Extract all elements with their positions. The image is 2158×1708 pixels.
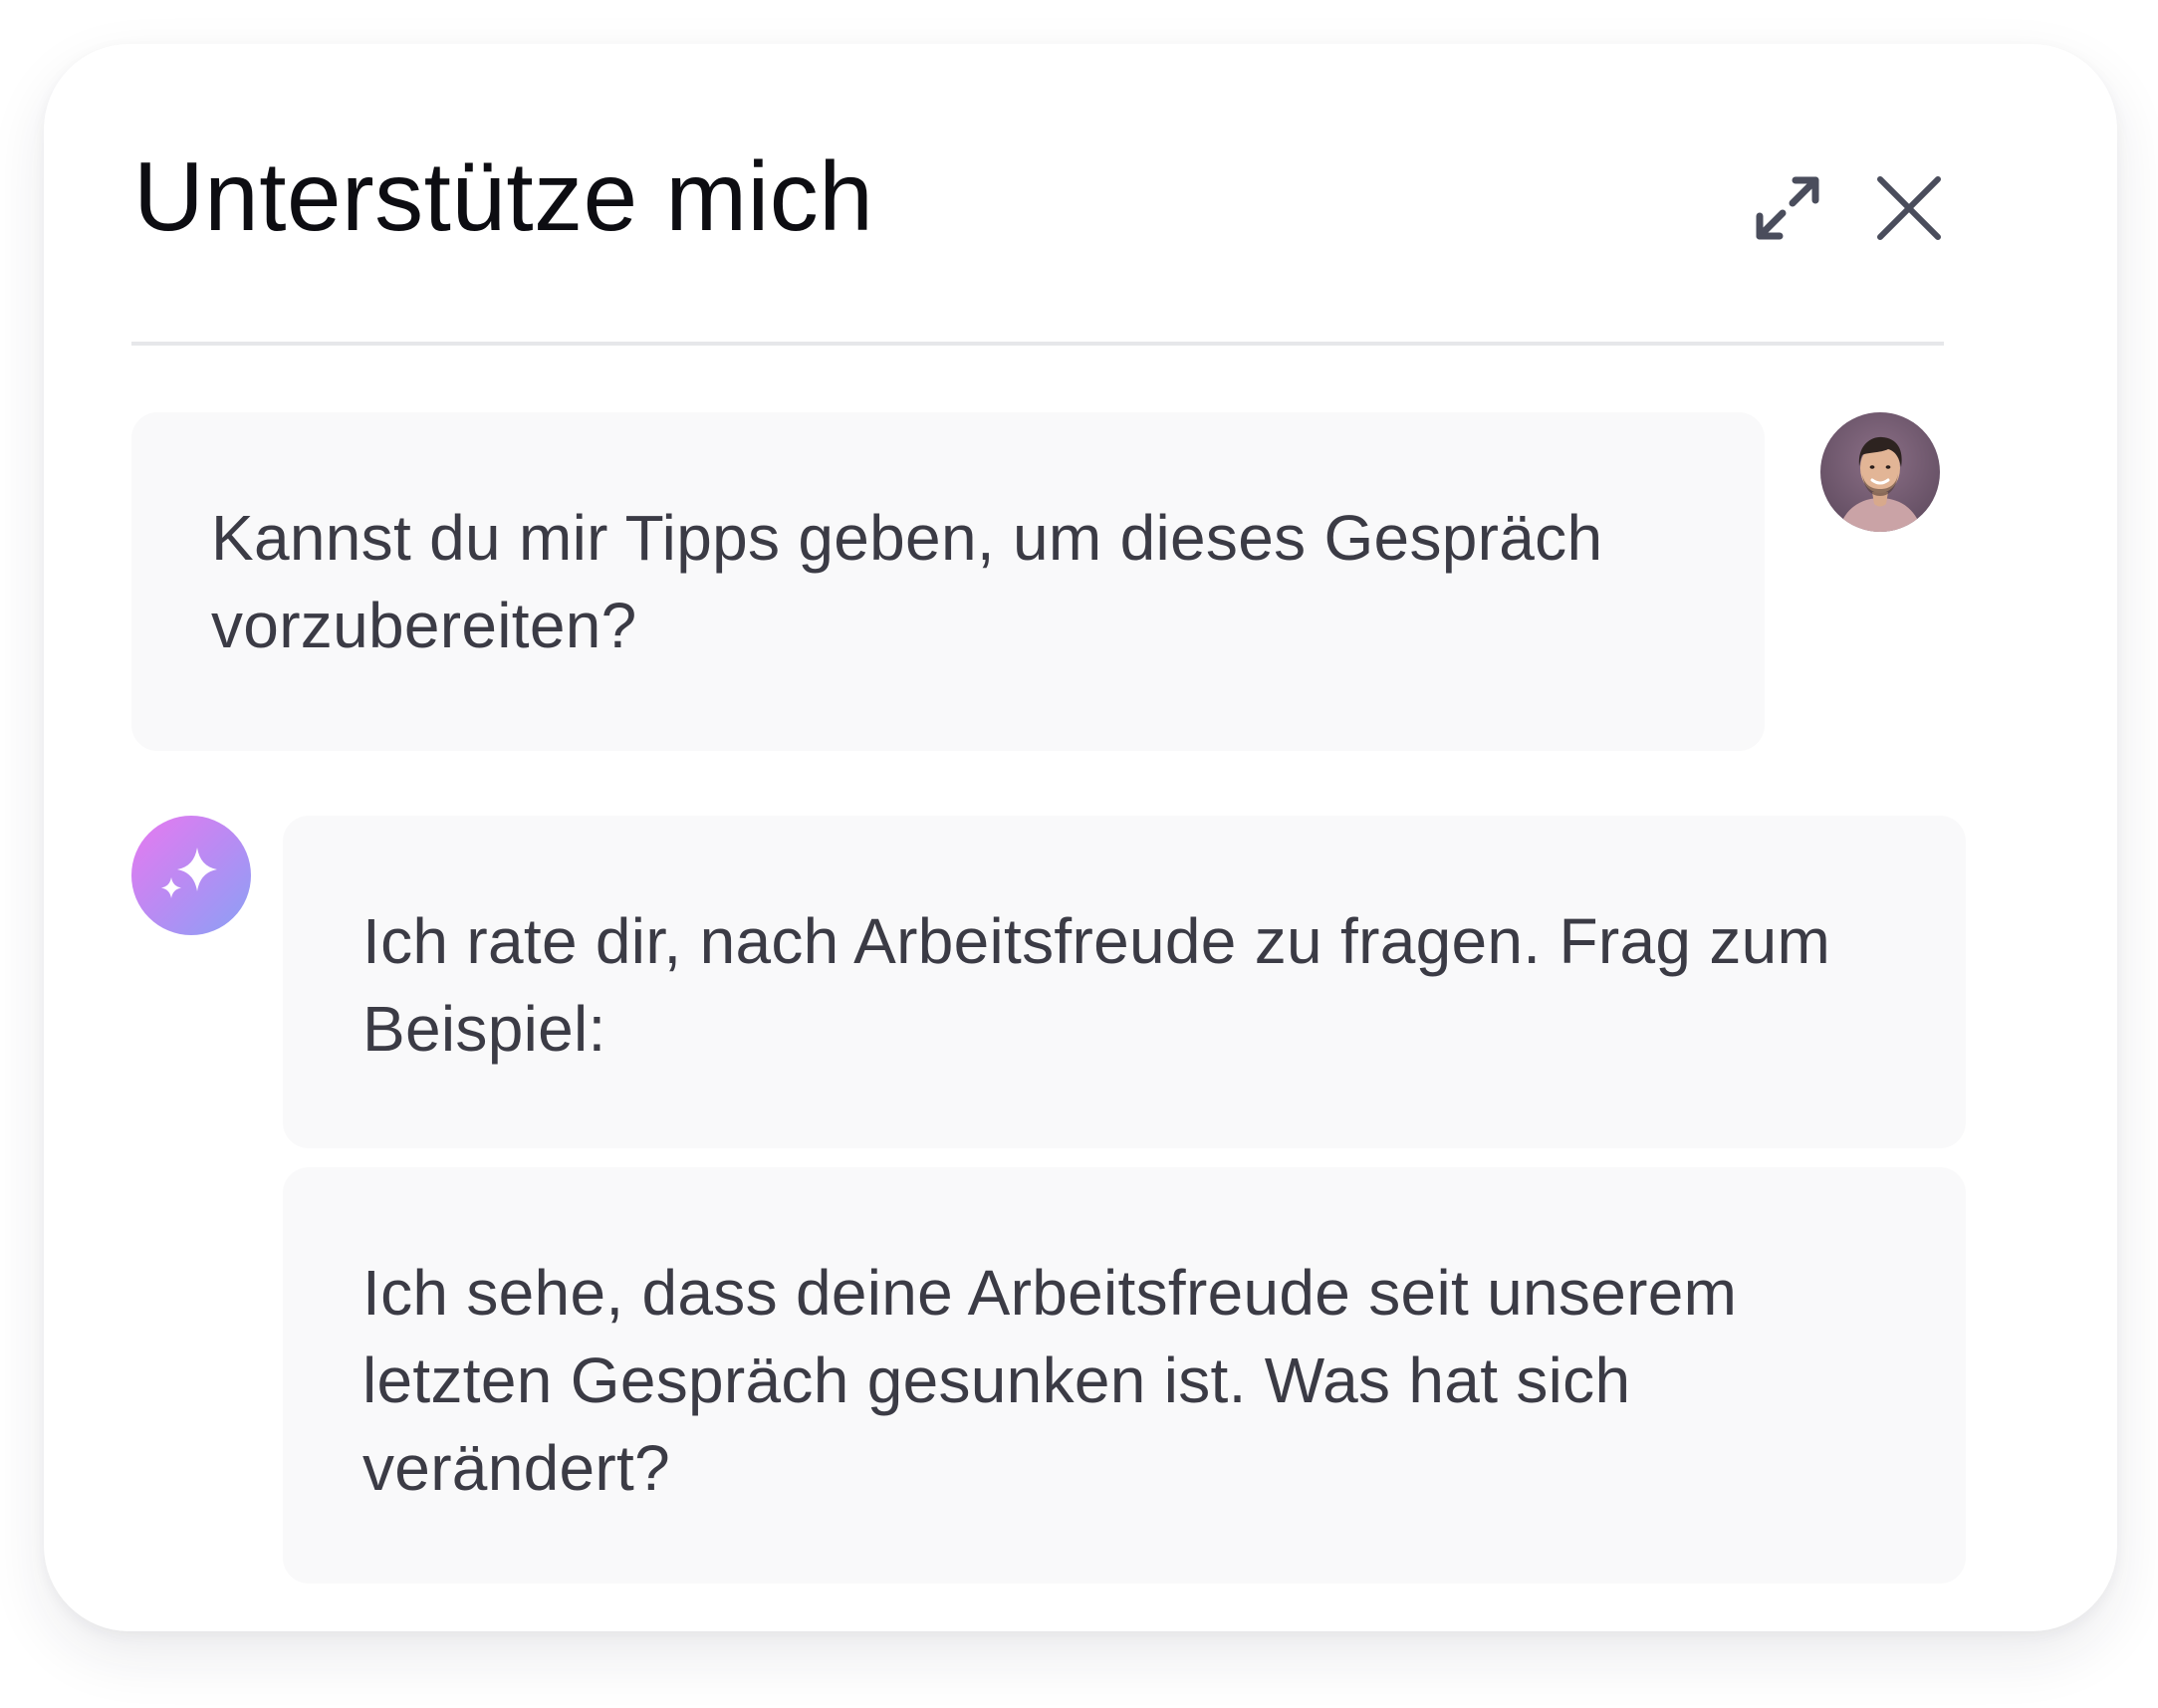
assistant-message-bubble: Ich rate dir, nach Arbeitsfreude zu frag…: [283, 816, 1966, 1148]
assistant-suggestion-text: Ich sehe, dass deine Arbeitsfreude seit …: [362, 1257, 1738, 1504]
sparkle-icon: [161, 848, 217, 898]
assistant-message-text: Ich rate dir, nach Arbeitsfreude zu frag…: [362, 905, 1831, 1065]
user-message-text: Kannst du mir Tipps geben, um dieses Ges…: [211, 502, 1603, 661]
panel-title: Unterstütze mich: [133, 141, 874, 251]
close-button[interactable]: [1866, 165, 1952, 251]
header-divider: [131, 342, 1944, 346]
user-photo-avatar: [1820, 412, 1940, 532]
ai-assistant-avatar: [131, 816, 251, 935]
expand-arrows-icon: [1756, 176, 1819, 240]
assistant-suggestion-bubble: Ich sehe, dass deine Arbeitsfreude seit …: [283, 1167, 1966, 1584]
expand-button[interactable]: [1745, 165, 1830, 251]
close-icon: [1877, 176, 1941, 240]
user-message-bubble: Kannst du mir Tipps geben, um dieses Ges…: [131, 412, 1765, 751]
